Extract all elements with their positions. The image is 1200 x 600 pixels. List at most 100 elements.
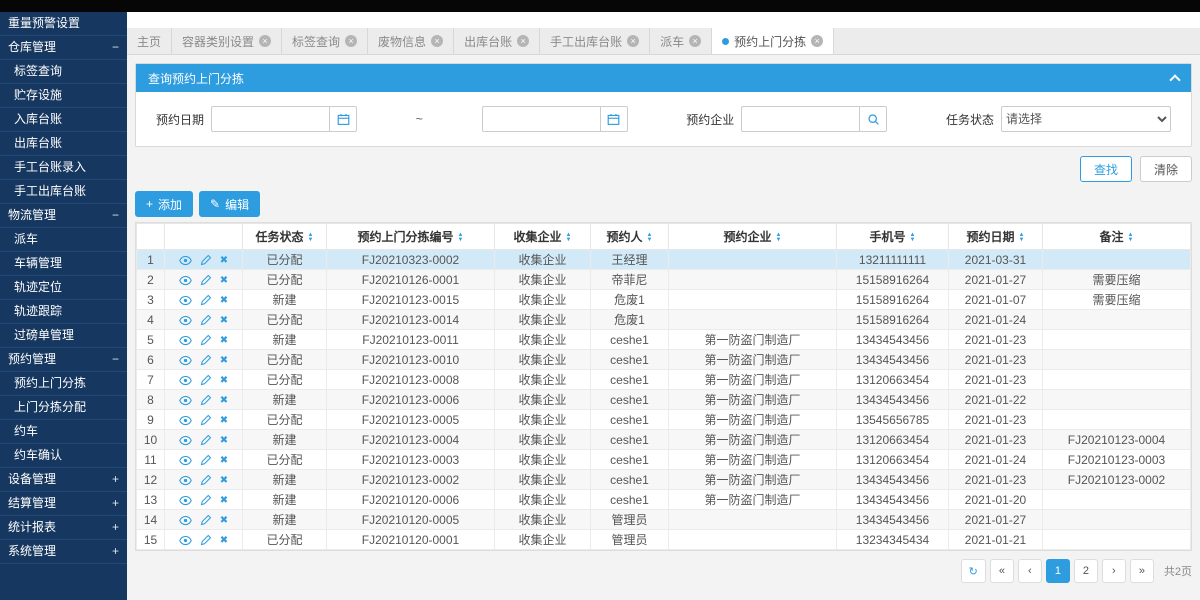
column-header[interactable]: 收集企业▲▼ <box>495 224 591 250</box>
sidebar-item-sub[interactable]: 约车 <box>0 420 127 444</box>
sidebar-item-sub[interactable]: 手工台账录入 <box>0 156 127 180</box>
sidebar-item-section[interactable]: 系统管理+ <box>0 540 127 564</box>
tab-item[interactable]: 容器类别设置× <box>172 28 282 54</box>
tab-item[interactable]: 派车× <box>650 28 712 54</box>
column-header[interactable]: 预约企业▲▼ <box>669 224 837 250</box>
sidebar-item-section[interactable]: 物流管理− <box>0 204 127 228</box>
edit-row-icon[interactable] <box>200 294 212 306</box>
sidebar-item-sub[interactable]: 出库台账 <box>0 132 127 156</box>
tab-item[interactable]: 标签查询× <box>282 28 368 54</box>
tab-item[interactable]: 出库台账× <box>454 28 540 54</box>
delete-icon[interactable]: ✖ <box>220 275 228 286</box>
table-row[interactable]: 15✖已分配FJ20210120-0001收集企业管理员132343454342… <box>137 530 1191 550</box>
search-button[interactable]: 查找 <box>1080 156 1132 182</box>
table-row[interactable]: 3✖新建FJ20210123-0015收集企业危废115158916264202… <box>137 290 1191 310</box>
table-row[interactable]: 13✖新建FJ20210120-0006收集企业ceshe1第一防盗门制造厂13… <box>137 490 1191 510</box>
table-row[interactable]: 14✖新建FJ20210120-0005收集企业管理员1343454345620… <box>137 510 1191 530</box>
edit-row-icon[interactable] <box>200 434 212 446</box>
column-header[interactable]: 任务状态▲▼ <box>243 224 327 250</box>
edit-row-icon[interactable] <box>200 354 212 366</box>
view-icon[interactable] <box>179 294 192 307</box>
sidebar-item-sub[interactable]: 入库台账 <box>0 108 127 132</box>
edit-row-icon[interactable] <box>200 374 212 386</box>
tab-item[interactable]: 预约上门分拣× <box>712 28 834 54</box>
calendar-icon[interactable] <box>329 106 357 132</box>
view-icon[interactable] <box>179 514 192 527</box>
sidebar-item-sub[interactable]: 预约上门分拣 <box>0 372 127 396</box>
column-header[interactable]: 手机号▲▼ <box>837 224 949 250</box>
tab-item[interactable]: 手工出库台账× <box>540 28 650 54</box>
table-row[interactable]: 10✖新建FJ20210123-0004收集企业ceshe1第一防盗门制造厂13… <box>137 430 1191 450</box>
sidebar-item-section[interactable]: 统计报表+ <box>0 516 127 540</box>
sort-icon[interactable]: ▲▼ <box>910 233 916 243</box>
edit-row-icon[interactable] <box>200 274 212 286</box>
tab-item[interactable]: 主页 <box>127 28 172 54</box>
sidebar-item-section[interactable]: 结算管理+ <box>0 492 127 516</box>
refresh-icon[interactable]: ↻ <box>961 559 986 583</box>
sidebar-item-sub[interactable]: 约车确认 <box>0 444 127 468</box>
table-row[interactable]: 5✖新建FJ20210123-0011收集企业ceshe1第一防盗门制造厂134… <box>137 330 1191 350</box>
table-row[interactable]: 8✖新建FJ20210123-0006收集企业ceshe1第一防盗门制造厂134… <box>137 390 1191 410</box>
next-page-button[interactable]: › <box>1102 559 1126 583</box>
view-icon[interactable] <box>179 494 192 507</box>
add-button[interactable]: + 添加 <box>135 191 193 217</box>
view-icon[interactable] <box>179 474 192 487</box>
sort-icon[interactable]: ▲▼ <box>1128 233 1134 243</box>
delete-icon[interactable]: ✖ <box>220 335 228 346</box>
delete-icon[interactable]: ✖ <box>220 315 228 326</box>
tab-close-icon[interactable]: × <box>431 35 443 47</box>
delete-icon[interactable]: ✖ <box>220 355 228 366</box>
date-to-input[interactable] <box>482 106 600 132</box>
sidebar-item-sub[interactable]: 过磅单管理 <box>0 324 127 348</box>
delete-icon[interactable]: ✖ <box>220 455 228 466</box>
search-icon[interactable] <box>859 106 887 132</box>
delete-icon[interactable]: ✖ <box>220 515 228 526</box>
delete-icon[interactable]: ✖ <box>220 395 228 406</box>
view-icon[interactable] <box>179 334 192 347</box>
view-icon[interactable] <box>179 354 192 367</box>
delete-icon[interactable]: ✖ <box>220 255 228 266</box>
edit-row-icon[interactable] <box>200 394 212 406</box>
table-row[interactable]: 9✖已分配FJ20210123-0005收集企业ceshe1第一防盗门制造厂13… <box>137 410 1191 430</box>
sort-icon[interactable]: ▲▼ <box>1019 233 1025 243</box>
tab-close-icon[interactable]: × <box>811 35 823 47</box>
edit-row-icon[interactable] <box>200 414 212 426</box>
view-icon[interactable] <box>179 434 192 447</box>
edit-row-icon[interactable] <box>200 334 212 346</box>
edit-row-icon[interactable] <box>200 494 212 506</box>
view-icon[interactable] <box>179 394 192 407</box>
sidebar-item-sub[interactable]: 标签查询 <box>0 60 127 84</box>
table-row[interactable]: 7✖已分配FJ20210123-0008收集企业ceshe1第一防盗门制造厂13… <box>137 370 1191 390</box>
edit-row-icon[interactable] <box>200 514 212 526</box>
column-header[interactable]: 预约人▲▼ <box>591 224 669 250</box>
view-icon[interactable] <box>179 314 192 327</box>
sidebar-item-root[interactable]: 重量预警设置 <box>0 12 127 36</box>
sidebar-item-section[interactable]: 仓库管理− <box>0 36 127 60</box>
sidebar-item-sub[interactable]: 车辆管理 <box>0 252 127 276</box>
delete-icon[interactable]: ✖ <box>220 495 228 506</box>
collapse-chevron-icon[interactable] <box>1169 74 1180 85</box>
sidebar-item-sub[interactable]: 贮存设施 <box>0 84 127 108</box>
tab-close-icon[interactable]: × <box>345 35 357 47</box>
date-from-input[interactable] <box>211 106 329 132</box>
first-page-button[interactable]: « <box>990 559 1014 583</box>
table-row[interactable]: 11✖已分配FJ20210123-0003收集企业ceshe1第一防盗门制造厂1… <box>137 450 1191 470</box>
tab-close-icon[interactable]: × <box>627 35 639 47</box>
sort-icon[interactable]: ▲▼ <box>647 233 653 243</box>
calendar-icon[interactable] <box>600 106 628 132</box>
clear-button[interactable]: 清除 <box>1140 156 1192 182</box>
sidebar-item-section[interactable]: 预约管理− <box>0 348 127 372</box>
prev-page-button[interactable]: ‹ <box>1018 559 1042 583</box>
sidebar-item-sub[interactable]: 上门分拣分配 <box>0 396 127 420</box>
page-button[interactable]: 1 <box>1046 559 1070 583</box>
delete-icon[interactable]: ✖ <box>220 475 228 486</box>
company-input[interactable] <box>741 106 859 132</box>
edit-row-icon[interactable] <box>200 254 212 266</box>
view-icon[interactable] <box>179 454 192 467</box>
sidebar-item-section[interactable]: 设备管理+ <box>0 468 127 492</box>
edit-row-icon[interactable] <box>200 314 212 326</box>
view-icon[interactable] <box>179 414 192 427</box>
delete-icon[interactable]: ✖ <box>220 295 228 306</box>
table-row[interactable]: 1✖已分配FJ20210323-0002收集企业王经理1321111111120… <box>137 250 1191 270</box>
edit-row-icon[interactable] <box>200 454 212 466</box>
